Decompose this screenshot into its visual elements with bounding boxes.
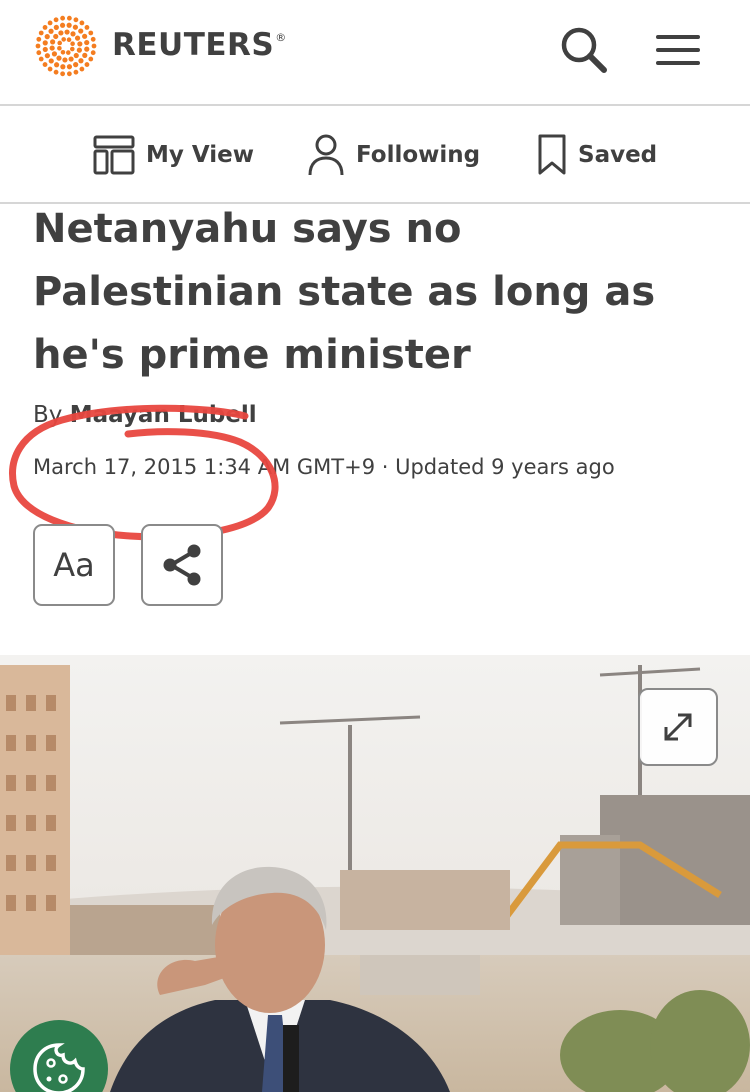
- logo-dot: [82, 52, 88, 59]
- logo-dot: [60, 50, 66, 55]
- logo-dot: [36, 36, 42, 42]
- logo-dot: [68, 56, 74, 62]
- logo-dot: [35, 43, 41, 49]
- brand-name: REUTERS®: [112, 27, 287, 63]
- text-size-label: Aa: [53, 546, 95, 584]
- share-icon: [163, 544, 201, 586]
- logo-dot: [76, 47, 82, 53]
- logo-dot: [66, 37, 72, 42]
- logo-dot: [84, 39, 90, 46]
- logo-dot: [74, 35, 81, 41]
- logo-dot: [70, 41, 75, 46]
- logo-dot: [62, 57, 68, 63]
- logo-dot: [38, 56, 44, 62]
- logo-dot: [84, 25, 90, 30]
- logo-dot: [36, 50, 42, 56]
- logo-dot: [66, 71, 72, 77]
- expand-icon: [664, 713, 692, 741]
- logo-dot: [70, 46, 75, 52]
- logo-dot: [54, 62, 60, 68]
- article-dateline: March 17, 2015 1:34 AM GMT+9 · Updated 9…: [33, 455, 615, 479]
- logo-dot: [72, 24, 78, 30]
- logo-dot: [70, 31, 76, 37]
- article-headline: Netanyahu says no Palestinian state as l…: [33, 206, 656, 378]
- logo-dot: [44, 53, 50, 59]
- share-button[interactable]: [141, 524, 223, 606]
- top-header: REUTERS®: [0, 0, 750, 106]
- author-link[interactable]: Maayan Lubell: [70, 402, 257, 428]
- logo-dot: [66, 64, 73, 70]
- logo-dot: [42, 25, 48, 30]
- byline-prefix: By: [33, 402, 70, 428]
- logo-dot: [64, 29, 70, 35]
- search-icon: [561, 27, 607, 73]
- logo-dot: [42, 62, 48, 67]
- logo-dot: [84, 62, 90, 67]
- logo-dot: [42, 46, 48, 53]
- logo-dot: [91, 43, 97, 49]
- hamburger-menu-icon: [656, 35, 700, 65]
- nav-my-view[interactable]: My View: [92, 130, 254, 180]
- nav-following[interactable]: Following: [306, 130, 480, 180]
- logo-dot: [53, 24, 59, 30]
- logo-dot: [88, 56, 94, 62]
- logo-dot: [73, 62, 79, 68]
- logo-dot: [50, 39, 56, 45]
- menu-button[interactable]: [655, 30, 701, 70]
- logo-dot: [73, 69, 79, 75]
- logo-dot: [66, 15, 72, 21]
- logo-dot: [82, 33, 88, 39]
- logo-dot: [47, 66, 53, 72]
- logo-dot: [48, 28, 54, 34]
- nav-saved-label: Saved: [578, 142, 658, 168]
- logo-dot: [57, 46, 62, 51]
- logo-dot: [66, 22, 72, 28]
- logo-dot: [60, 64, 66, 70]
- logo-dot: [77, 41, 83, 47]
- logo-dot: [59, 22, 66, 28]
- logo-dot: [56, 55, 62, 61]
- logo-dot: [44, 34, 50, 40]
- logo-dot: [79, 20, 85, 26]
- logo-dot: [61, 37, 66, 42]
- reuters-logo-mark: [35, 15, 97, 77]
- logo-dot: [78, 28, 84, 34]
- bookmark-icon: [538, 134, 566, 175]
- logo-dot: [78, 58, 84, 64]
- logo-dot: [73, 17, 79, 23]
- cookie-icon: [33, 1043, 85, 1092]
- logo-dot: [48, 58, 54, 64]
- logo-dot: [53, 69, 59, 75]
- logo-dot: [38, 30, 44, 36]
- logo-dot: [60, 15, 66, 21]
- person-icon: [308, 134, 344, 176]
- logo-dot: [58, 30, 64, 36]
- nav-saved[interactable]: Saved: [536, 130, 657, 180]
- expand-photo-button[interactable]: [638, 688, 718, 766]
- logo-dot: [53, 33, 59, 40]
- logo-dot: [79, 66, 85, 72]
- text-size-button[interactable]: Aa: [33, 524, 115, 606]
- secondary-nav: My View Following Saved: [0, 106, 750, 204]
- logo-dot: [47, 20, 53, 26]
- logo-dot: [90, 36, 96, 42]
- logo-dot: [57, 40, 62, 46]
- reuters-logo[interactable]: REUTERS®: [32, 14, 287, 78]
- nav-my-view-label: My View: [146, 142, 255, 168]
- logo-dot: [49, 45, 55, 51]
- logo-dot: [88, 30, 94, 36]
- logo-dot: [66, 50, 71, 55]
- layout-icon: [93, 135, 135, 175]
- logo-dot: [60, 71, 66, 77]
- logo-dot: [51, 51, 58, 57]
- article-byline: By Maayan Lubell: [33, 402, 257, 428]
- logo-dot: [53, 17, 59, 23]
- logo-dot: [73, 52, 79, 59]
- logo-dot: [84, 46, 90, 52]
- logo-dot: [42, 40, 48, 46]
- logo-dot: [90, 50, 96, 56]
- nav-following-label: Following: [356, 142, 481, 168]
- search-button[interactable]: [558, 24, 610, 76]
